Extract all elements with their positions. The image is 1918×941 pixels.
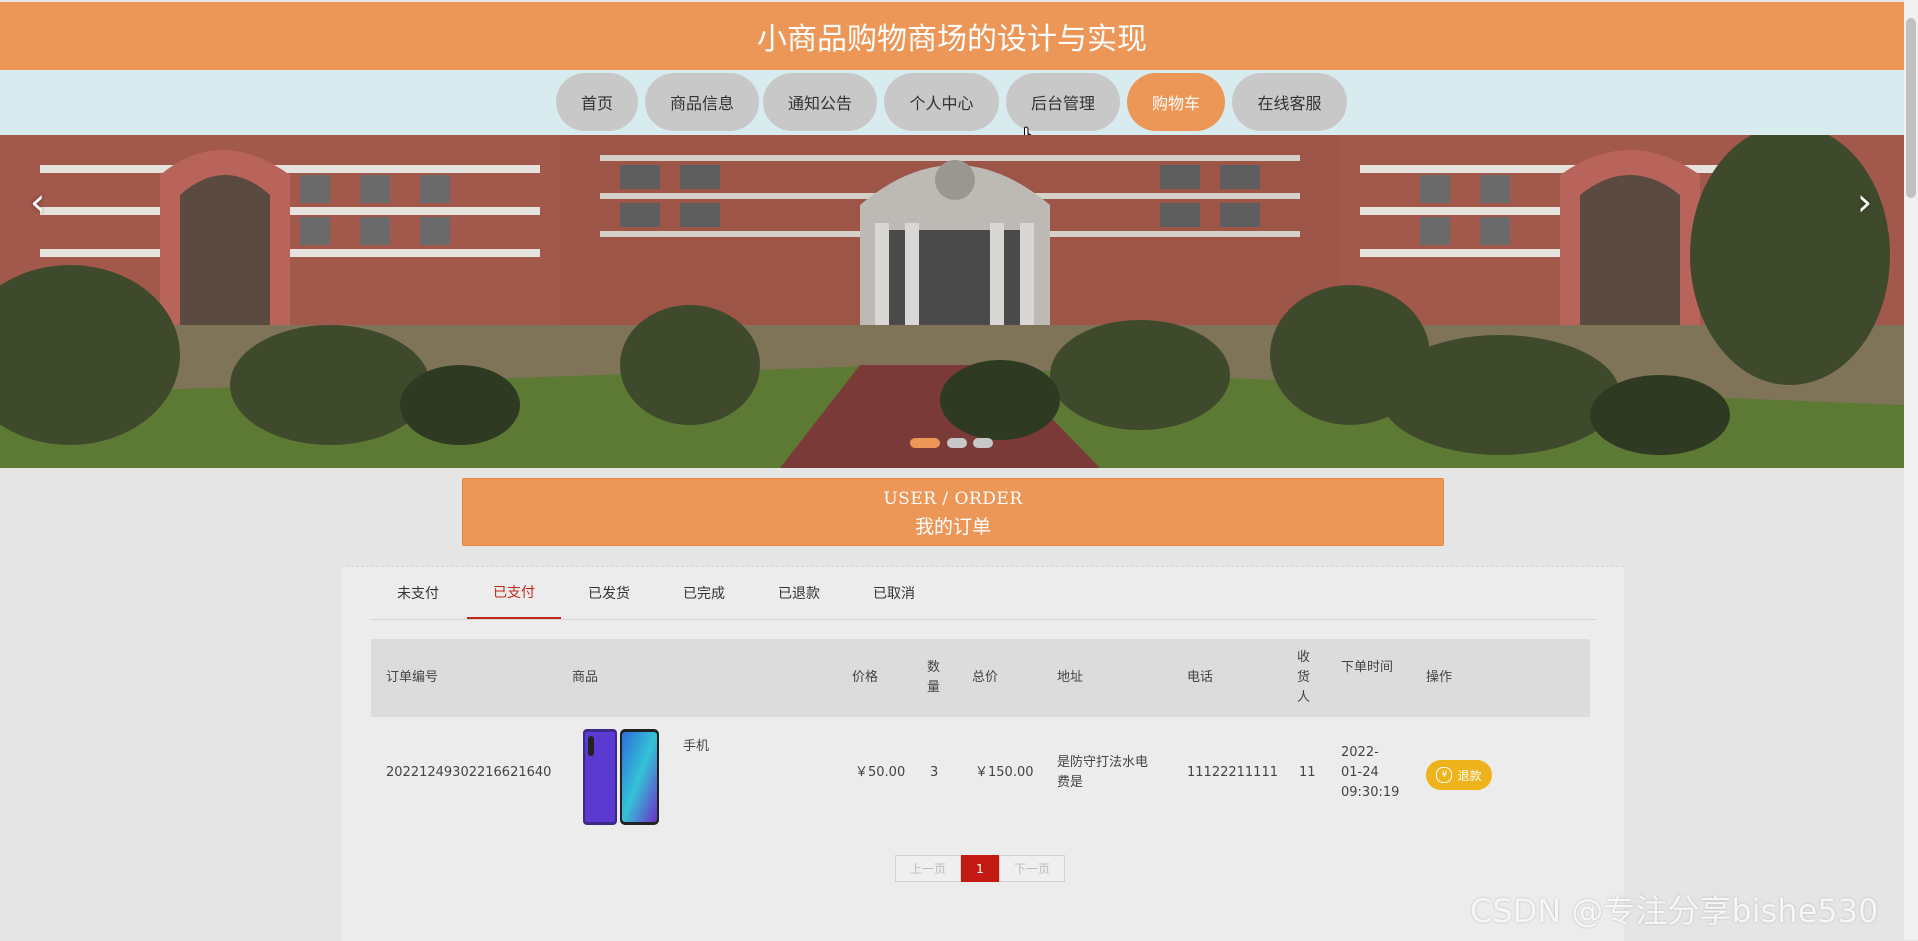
campus-building-image	[0, 135, 1904, 468]
column-header-price: 价格	[852, 670, 879, 685]
column-header-receiver: 收货人	[1297, 650, 1311, 705]
banner-carousel: ‹ ›	[0, 135, 1904, 468]
price-value: ￥50.00	[855, 765, 906, 780]
banner-prev-arrow-icon[interactable]: ‹	[30, 180, 45, 224]
tab-refunded[interactable]: 已退款	[752, 567, 846, 619]
nav-item-personal-center[interactable]: 个人中心	[884, 73, 999, 131]
main-nav: 首页 商品信息 通知公告 个人中心 后台管理 购物车 在线客服	[0, 70, 1904, 135]
tab-shipped[interactable]: 已发货	[562, 567, 656, 619]
phone-value: 11122211111	[1187, 765, 1278, 780]
tab-paid[interactable]: 已支付	[467, 567, 561, 619]
page-number-current[interactable]: 1	[961, 855, 999, 882]
column-header-order-no: 订单编号	[386, 670, 439, 685]
carousel-dot-1[interactable]	[910, 438, 940, 448]
nav-item-admin[interactable]: 后台管理	[1006, 73, 1120, 131]
refund-button-label: 退款	[1457, 768, 1482, 783]
nav-item-products[interactable]: 商品信息	[645, 73, 759, 131]
table-header: 订单编号 商品 价格 数量 总价 地址 电话 收货人 下单时间 操作	[371, 639, 1590, 717]
section-title-box: USER / ORDER 我的订单	[462, 478, 1444, 546]
order-time-value: 2022-01-24 09:30:19	[1341, 745, 1400, 800]
next-page-button[interactable]: 下一页	[999, 855, 1065, 882]
tab-unpaid[interactable]: 未支付	[371, 567, 465, 619]
nav-item-customer-service[interactable]: 在线客服	[1232, 73, 1347, 131]
column-header-total: 总价	[972, 670, 999, 685]
tab-completed[interactable]: 已完成	[657, 567, 751, 619]
receiver-value: 11	[1299, 765, 1316, 780]
column-header-phone: 电话	[1187, 670, 1214, 685]
quantity-value: 3	[930, 765, 939, 780]
column-header-quantity: 数量	[927, 660, 941, 695]
tab-cancelled[interactable]: 已取消	[847, 567, 941, 619]
carousel-dot-3[interactable]	[973, 438, 993, 448]
page-scrollbar[interactable]	[1904, 0, 1918, 940]
address-value: 是防守打法水电费是	[1057, 755, 1149, 790]
banner-next-arrow-icon[interactable]: ›	[1857, 180, 1872, 224]
carousel-dot-2[interactable]	[947, 438, 967, 448]
prev-page-button[interactable]: 上一页	[895, 855, 961, 882]
refund-button[interactable]: ¥ 退款	[1426, 760, 1492, 790]
column-header-product: 商品	[572, 670, 599, 685]
section-title-cn: 我的订单	[914, 516, 991, 538]
column-header-address: 地址	[1057, 670, 1084, 685]
yen-circle-icon: ¥	[1436, 767, 1453, 783]
nav-item-cart[interactable]: 购物车	[1127, 73, 1225, 131]
order-status-tabs: 未支付 已支付 已发货 已完成 已退款 已取消	[371, 567, 1596, 620]
column-header-order-time: 下单时间	[1341, 660, 1394, 675]
nav-item-home[interactable]: 首页	[556, 73, 638, 131]
section-title-en: USER / ORDER	[883, 489, 1023, 509]
order-number: 20221249302216621640	[386, 765, 552, 780]
scrollbar-thumb[interactable]	[1906, 18, 1916, 198]
nav-item-notices[interactable]: 通知公告	[763, 73, 877, 131]
order-panel: 未支付 已支付 已发货 已完成 已退款 已取消 订单编号 商品 价格 数量 总价…	[341, 566, 1624, 941]
site-header: 小商品购物商场的设计与实现	[0, 2, 1904, 70]
total-value: ￥150.00	[975, 765, 1034, 780]
site-title: 小商品购物商场的设计与实现	[757, 22, 1147, 57]
csdn-watermark: CSDN @专注分享bishe530	[1470, 892, 1879, 930]
product-phone-image[interactable]	[582, 728, 660, 826]
product-name[interactable]: 手机	[683, 737, 709, 757]
column-header-action: 操作	[1426, 670, 1453, 685]
table-row: 20221249302216621640 手机 ￥50.00 3 ￥150.00…	[371, 717, 1590, 829]
